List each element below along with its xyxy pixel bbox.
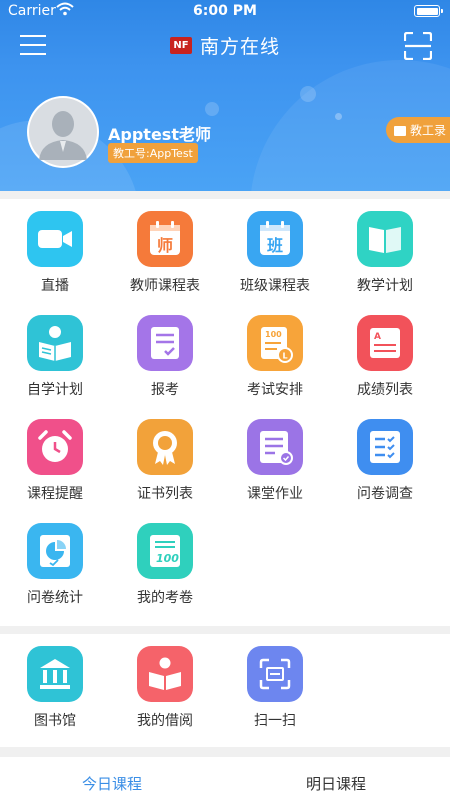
calendar-glyph: 师 bbox=[156, 236, 173, 255]
survey-checklist-icon bbox=[357, 419, 413, 475]
video-camera-icon bbox=[27, 211, 83, 267]
app-label: 教学计划 bbox=[357, 278, 413, 294]
app-label: 班级课程表 bbox=[240, 278, 310, 294]
app-label: 直播 bbox=[41, 278, 69, 294]
app-grade-list[interactable]: A 成绩列表 bbox=[330, 303, 440, 407]
status-bar: Carrier 6:00 PM bbox=[0, 0, 450, 24]
service-library[interactable]: 图书馆 bbox=[0, 634, 110, 738]
homework-icon bbox=[247, 419, 303, 475]
service-label: 图书馆 bbox=[34, 713, 76, 729]
app-classwork[interactable]: 课堂作业 bbox=[220, 407, 330, 511]
app-teacher-schedule[interactable]: 师 教师课程表 bbox=[110, 199, 220, 303]
background-dot bbox=[205, 102, 219, 116]
app-label: 教师课程表 bbox=[130, 278, 200, 294]
app-survey-stats[interactable]: 问卷统计 bbox=[0, 511, 110, 615]
teacher-id-badge: 教工号:AppTest bbox=[108, 143, 198, 163]
app-label: 考试安排 bbox=[247, 382, 303, 398]
calendar-glyph: 班 bbox=[266, 236, 283, 255]
app-label: 成绩列表 bbox=[357, 382, 413, 398]
svg-text:100: 100 bbox=[265, 330, 282, 339]
app-exam-schedule[interactable]: 100 L 考试安排 bbox=[220, 303, 330, 407]
open-book-icon bbox=[357, 211, 413, 267]
class-calendar-icon: 班 bbox=[247, 211, 303, 267]
exam-schedule-icon: 100 L bbox=[247, 315, 303, 371]
app-label: 证书列表 bbox=[137, 486, 193, 502]
avatar-icon bbox=[29, 98, 97, 166]
avatar[interactable] bbox=[27, 96, 99, 168]
certificate-icon bbox=[137, 419, 193, 475]
tab-tomorrow-courses[interactable]: 明日课程 bbox=[306, 773, 366, 794]
scan-icon bbox=[247, 646, 303, 702]
survey-stats-icon bbox=[27, 523, 83, 579]
library-icon bbox=[27, 646, 83, 702]
services-grid: 图书馆 我的借阅 扫一扫 bbox=[0, 634, 450, 738]
id-card-icon bbox=[394, 125, 406, 136]
background-dot bbox=[300, 86, 316, 102]
app-certificate-list[interactable]: 证书列表 bbox=[110, 407, 220, 511]
services-section: 图书馆 我的借阅 扫一扫 bbox=[0, 634, 450, 747]
app-title: NF 南方在线 bbox=[0, 32, 450, 59]
app-label: 问卷调查 bbox=[357, 486, 413, 502]
app-my-exam-papers[interactable]: 100 我的考卷 bbox=[110, 511, 220, 615]
svg-text:L: L bbox=[283, 352, 288, 361]
app-registration[interactable]: 报考 bbox=[110, 303, 220, 407]
app-teaching-plan[interactable]: 教学计划 bbox=[330, 199, 440, 303]
app-live[interactable]: 直播 bbox=[0, 199, 110, 303]
header: Carrier 6:00 PM NF 南方在线 Apptest老师 教工号:App… bbox=[0, 0, 450, 191]
alarm-clock-icon bbox=[27, 419, 83, 475]
nav-bar: NF 南方在线 bbox=[0, 26, 450, 66]
service-label: 扫一扫 bbox=[254, 713, 296, 729]
staff-directory-button[interactable]: 教工录 bbox=[386, 117, 450, 143]
app-label: 问卷统计 bbox=[27, 590, 83, 606]
scan-icon[interactable] bbox=[404, 32, 432, 60]
app-label: 我的考卷 bbox=[137, 590, 193, 606]
app-title-text: 南方在线 bbox=[199, 36, 280, 58]
self-study-icon bbox=[27, 315, 83, 371]
service-scan[interactable]: 扫一扫 bbox=[220, 634, 330, 738]
staff-directory-label: 教工录 bbox=[410, 123, 447, 138]
exam-paper-icon: 100 bbox=[137, 523, 193, 579]
teacher-name: Apptest老师 bbox=[108, 125, 211, 144]
apps-section: 直播 师 教师课程表 班 班级课程表 教学计划 自学计划 报考 100 L 考试… bbox=[0, 199, 450, 626]
svg-text:A: A bbox=[374, 332, 381, 342]
clock: 6:00 PM bbox=[193, 3, 257, 19]
app-survey[interactable]: 问卷调查 bbox=[330, 407, 440, 511]
app-label: 课程提醒 bbox=[27, 486, 83, 502]
register-form-icon bbox=[137, 315, 193, 371]
course-tabs: 今日课程 明日课程 bbox=[0, 757, 450, 800]
background-dot bbox=[335, 113, 342, 120]
app-label: 课堂作业 bbox=[247, 486, 303, 502]
brand-logo: NF bbox=[169, 37, 192, 54]
app-self-study-plan[interactable]: 自学计划 bbox=[0, 303, 110, 407]
grade-list-icon: A bbox=[357, 315, 413, 371]
borrowed-book-icon bbox=[137, 646, 193, 702]
app-label: 自学计划 bbox=[27, 382, 83, 398]
svg-text:100: 100 bbox=[156, 552, 179, 565]
service-my-borrowing[interactable]: 我的借阅 bbox=[110, 634, 220, 738]
battery-icon bbox=[414, 5, 443, 17]
service-label: 我的借阅 bbox=[137, 713, 193, 729]
apps-grid: 直播 师 教师课程表 班 班级课程表 教学计划 自学计划 报考 100 L 考试… bbox=[0, 199, 450, 615]
app-label: 报考 bbox=[151, 382, 179, 398]
teacher-calendar-icon: 师 bbox=[137, 211, 193, 267]
app-course-reminder[interactable]: 课程提醒 bbox=[0, 407, 110, 511]
app-class-schedule[interactable]: 班 班级课程表 bbox=[220, 199, 330, 303]
tab-today-courses[interactable]: 今日课程 bbox=[82, 773, 142, 794]
